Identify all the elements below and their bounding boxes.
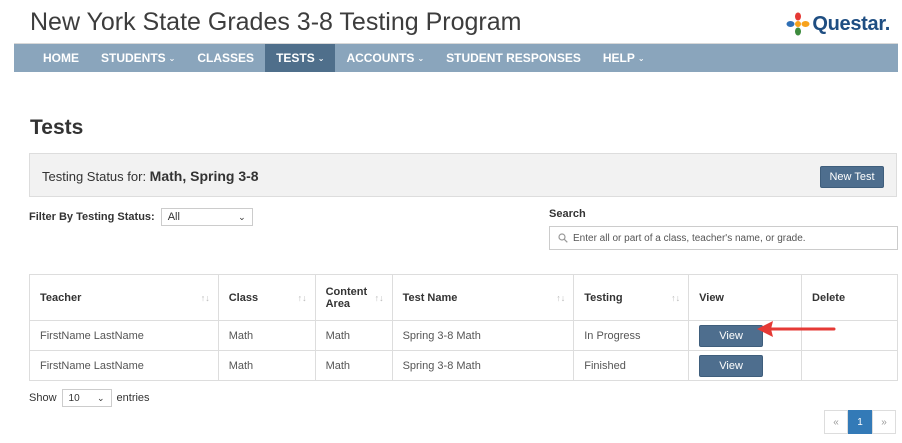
cell-delete [801, 350, 898, 381]
search-input[interactable] [573, 232, 893, 244]
app-header: New York State Grades 3-8 Testing Progra… [14, 0, 898, 44]
col-header-testing[interactable]: Testing ↑↓ [573, 274, 690, 321]
entries-value: 10 [68, 392, 80, 404]
col-header-test-name[interactable]: Test Name ↑↓ [391, 274, 575, 321]
pagination-next[interactable]: » [872, 410, 896, 434]
nav-help[interactable]: HELP ⌄ [592, 44, 656, 72]
cell-testing: Finished [573, 350, 690, 381]
table-header-row: Teacher ↑↓ Class ↑↓ Content Area ↑↓ Test Na… [29, 274, 898, 321]
nav-label: ACCOUNTS [346, 51, 415, 65]
chevron-down-icon: ⌄ [168, 53, 176, 63]
col-header-class[interactable]: Class ↑↓ [217, 274, 316, 321]
header-label: Test Name [402, 291, 458, 304]
search-icon [558, 233, 568, 243]
col-header-view: View [688, 274, 803, 321]
search-box [549, 226, 898, 250]
length-control: Show 10 ⌄ entries [29, 389, 150, 407]
chevron-down-icon: ⌄ [417, 53, 425, 63]
view-button[interactable]: View [699, 324, 764, 347]
filter-selected-value: All [167, 211, 180, 223]
cell-teacher: FirstName LastName [29, 320, 219, 351]
testing-status-bar: Testing Status for: Math, Spring 3-8 New… [29, 153, 897, 197]
brand-logo: Questar. [786, 12, 890, 36]
sort-icon: ↑↓ [297, 292, 307, 303]
cell-teacher: FirstName LastName [29, 350, 219, 381]
questar-logo-icon [786, 12, 810, 36]
cell-content-area: Math [314, 320, 393, 351]
sort-icon: ↑↓ [374, 292, 384, 303]
app-title: New York State Grades 3-8 Testing Progra… [30, 8, 522, 36]
chevron-down-icon: ⌄ [637, 53, 645, 63]
cell-test-name: Spring 3-8 Math [391, 350, 575, 381]
brand-name: Questar. [812, 12, 890, 35]
header-label: Content Area [325, 285, 368, 310]
header-label: Class [228, 291, 259, 304]
status-label-text: Testing Status for: [42, 169, 150, 184]
nav-tests[interactable]: TESTS ⌄ [265, 44, 336, 72]
cell-class: Math [217, 320, 316, 351]
cell-class: Math [217, 350, 316, 381]
show-label: Show [29, 392, 57, 404]
chevron-down-icon: ⌄ [317, 53, 325, 63]
filter-status-select[interactable]: All ⌄ [160, 208, 253, 226]
pagination-prev[interactable]: « [824, 410, 848, 434]
nav-label: HOME [43, 51, 79, 65]
nav-accounts[interactable]: ACCOUNTS ⌄ [335, 44, 435, 72]
testing-status-label: Testing Status for: Math, Spring 3-8 [42, 168, 259, 184]
cell-content-area: Math [314, 350, 393, 381]
status-value: Math, Spring 3-8 [149, 168, 259, 184]
arrow-left-icon [757, 321, 836, 337]
entries-select[interactable]: 10 ⌄ [61, 389, 112, 407]
filter-label: Filter By Testing Status: [29, 211, 155, 223]
status-filter: Filter By Testing Status: All ⌄ [29, 208, 253, 226]
header-label: Testing [584, 291, 623, 304]
header-label: Delete [812, 291, 846, 304]
pagination-page-1[interactable]: 1 [848, 410, 872, 434]
entries-label: entries [116, 392, 150, 404]
cell-view: View [688, 350, 803, 381]
col-header-content-area[interactable]: Content Area ↑↓ [314, 274, 393, 321]
cell-testing: In Progress [573, 320, 690, 351]
nav-home[interactable]: HOME [32, 44, 90, 72]
cell-test-name: Spring 3-8 Math [391, 320, 575, 351]
page-title: Tests [30, 116, 84, 139]
table-row: FirstName LastName Math Math Spring 3-8 … [29, 350, 898, 381]
nav-label: CLASSES [197, 51, 255, 65]
search-label: Search [549, 208, 586, 220]
sort-icon: ↑↓ [200, 292, 210, 303]
nav-students[interactable]: STUDENTS ⌄ [90, 44, 186, 72]
sort-icon: ↑↓ [671, 292, 681, 303]
nav-label: TESTS [276, 51, 315, 65]
nav-label: STUDENTS [101, 51, 166, 65]
chevron-down-icon: ⌄ [96, 392, 105, 403]
header-label: Teacher [40, 291, 82, 304]
new-test-button[interactable]: New Test [820, 166, 884, 188]
nav-label: STUDENT RESPONSES [446, 51, 581, 65]
main-nav: HOME STUDENTS ⌄ CLASSES TESTS ⌄ ACCOUNTS ⌄ … [14, 44, 898, 72]
col-header-teacher[interactable]: Teacher ↑↓ [29, 274, 219, 321]
pagination: « 1 » [824, 410, 896, 434]
view-button[interactable]: View [699, 354, 764, 377]
nav-label: HELP [602, 51, 635, 65]
chevron-down-icon: ⌄ [238, 211, 246, 222]
nav-student-responses[interactable]: STUDENT RESPONSES [435, 44, 592, 72]
header-label: View [699, 291, 724, 304]
col-header-delete: Delete [801, 274, 898, 321]
sort-icon: ↑↓ [556, 292, 566, 303]
nav-classes[interactable]: CLASSES [186, 44, 265, 72]
